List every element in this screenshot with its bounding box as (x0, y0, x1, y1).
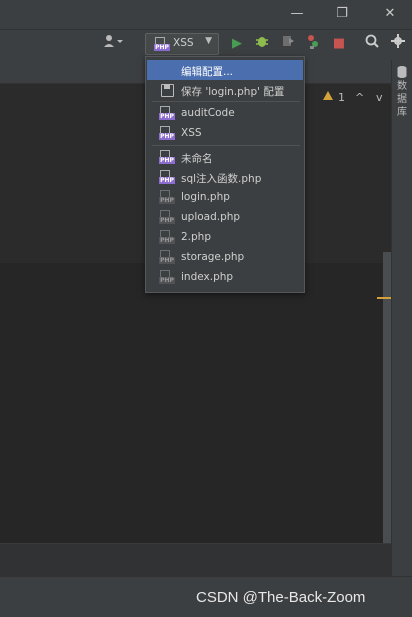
php-sql-icon: PHP (159, 126, 175, 140)
menu-separator (152, 101, 300, 102)
menu-item-label: upload.php (181, 211, 241, 223)
chevron-down-icon: ▼ (205, 36, 212, 46)
next-highlight-icon[interactable]: v (376, 91, 383, 104)
run-configuration-label: XSS (173, 37, 194, 49)
config-item-upload[interactable]: PHP upload.php (147, 207, 303, 227)
menu-item-label: auditCode (181, 107, 235, 119)
warning-marker[interactable] (377, 297, 391, 299)
menu-item-label: 保存 'login.php' 配置 (181, 86, 285, 98)
php-web-dim-icon: PHP (159, 230, 175, 244)
config-item-sql-functions[interactable]: PHP sql注入函数.php (147, 167, 303, 187)
coverage-icon[interactable] (279, 34, 297, 54)
edit-configurations-item[interactable]: 编辑配置... (147, 60, 303, 80)
debug-icon[interactable] (253, 34, 271, 54)
config-item-2[interactable]: PHP 2.php (147, 227, 303, 247)
menu-item-label: index.php (181, 271, 234, 283)
menu-item-label: sql注入函数.php (181, 173, 262, 185)
database-tool-label[interactable]: 数据库 (394, 80, 410, 119)
config-item-unnamed[interactable]: PHP 未命名 (147, 147, 303, 167)
save-icon (159, 83, 175, 97)
menu-separator (152, 145, 300, 146)
menu-item-label: 2.php (181, 231, 212, 243)
warning-icon[interactable] (323, 91, 333, 100)
watermark: CSDN @The-Back-Zoom (196, 589, 366, 606)
minimize-icon[interactable]: — (286, 3, 308, 25)
previous-highlight-icon[interactable]: ^ (355, 91, 364, 104)
config-item-index[interactable]: PHP index.php (147, 267, 303, 287)
stop-icon[interactable]: ■ (330, 34, 348, 54)
php-sql-icon: PHP (154, 37, 170, 51)
database-icon[interactable] (397, 66, 407, 81)
php-web-icon: PHP (159, 150, 175, 164)
php-web-dim-icon: PHP (159, 190, 175, 204)
run-icon[interactable]: ▶ (228, 34, 246, 54)
profile-icon[interactable] (304, 34, 322, 54)
menu-item-label: 编辑配置... (181, 66, 234, 78)
menu-item-label: 未命名 (181, 153, 213, 165)
restore-icon[interactable]: ❐ (331, 3, 353, 25)
close-icon[interactable]: ✕ (379, 3, 401, 25)
right-tool-strip: 数据库 (391, 60, 412, 576)
php-sql-icon: PHP (159, 106, 175, 120)
php-web-icon: PHP (159, 170, 175, 184)
php-web-dim-icon: PHP (159, 210, 175, 224)
run-configuration-dropdown: 编辑配置... 保存 'login.php' 配置 PHP auditCode … (145, 56, 305, 293)
config-item-storage[interactable]: PHP storage.php (147, 247, 303, 267)
menu-item-label: XSS (181, 127, 202, 139)
php-web-dim-icon: PHP (159, 270, 175, 284)
config-item-auditcode[interactable]: PHP auditCode (147, 103, 303, 123)
editor-area-lower[interactable] (0, 263, 391, 543)
config-item-login[interactable]: PHP login.php (147, 187, 303, 207)
config-item-xss[interactable]: PHP XSS (147, 123, 303, 143)
bottom-tool-bar (0, 543, 391, 577)
menu-item-label: storage.php (181, 251, 245, 263)
title-bar: — ❐ ✕ (0, 0, 412, 29)
php-web-dim-icon: PHP (159, 250, 175, 264)
run-configuration-selector[interactable]: PHP XSS ▼ (145, 33, 219, 55)
warning-count[interactable]: 1 (338, 91, 345, 104)
gear-icon[interactable] (389, 34, 407, 54)
menu-item-label: login.php (181, 191, 230, 203)
search-icon[interactable] (363, 34, 381, 54)
save-configuration-item[interactable]: 保存 'login.php' 配置 (147, 80, 303, 100)
user-icon[interactable] (100, 34, 126, 54)
